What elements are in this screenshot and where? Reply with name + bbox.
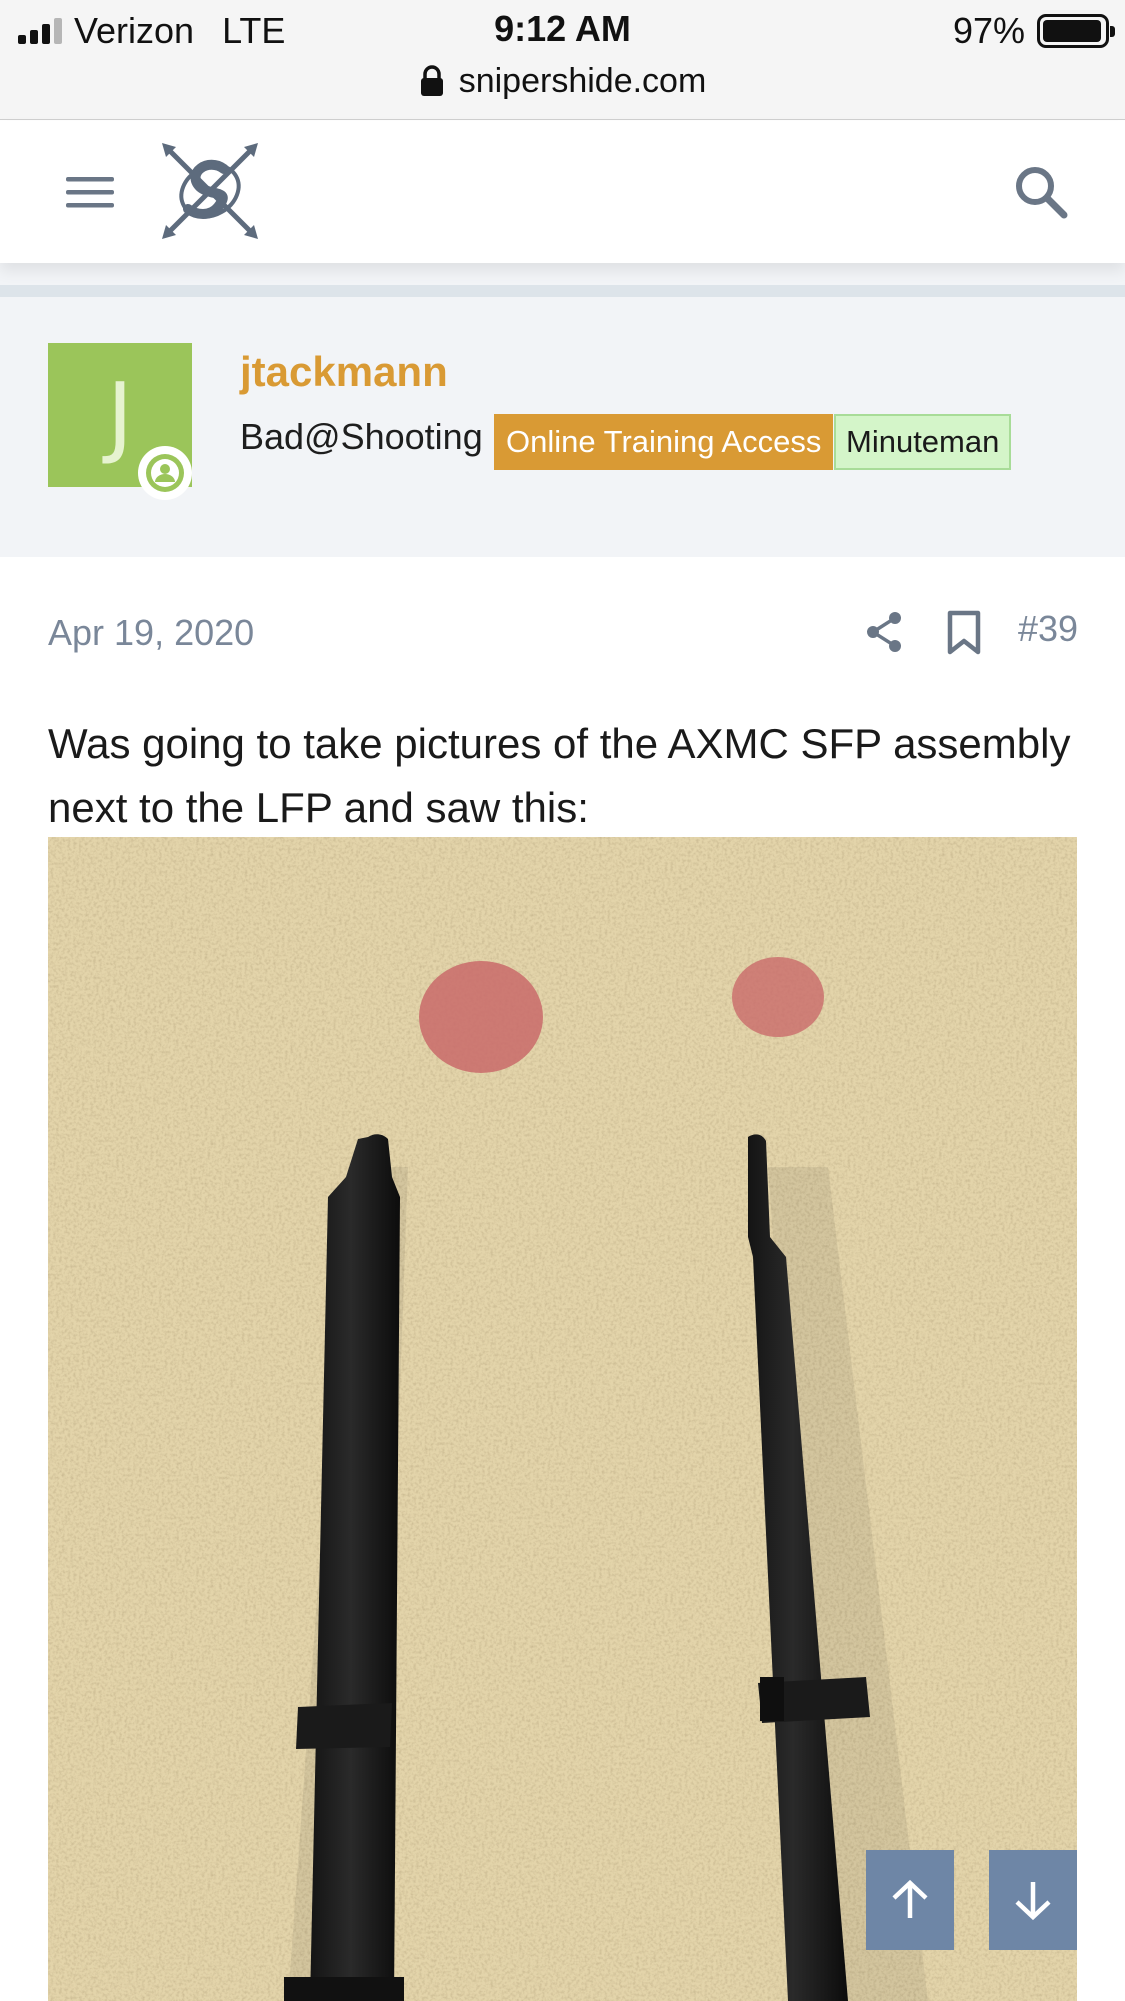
post-body-text: Was going to take pictures of the AXMC S…	[48, 720, 1071, 831]
address-bar[interactable]: snipershide.com	[0, 58, 1125, 104]
online-status-icon	[138, 446, 192, 500]
battery-icon	[1037, 14, 1115, 48]
user-badge: Minuteman	[834, 414, 1012, 470]
user-title: Bad@Shooting	[240, 416, 483, 457]
username-link[interactable]: jtackmann	[240, 348, 448, 396]
status-left: Verizon LTE	[18, 8, 285, 54]
share-icon[interactable]	[864, 610, 904, 654]
bookmark-icon[interactable]	[944, 610, 984, 656]
scroll-to-top-button[interactable]	[866, 1850, 954, 1950]
post-number-link[interactable]: #39	[1018, 608, 1078, 650]
divider	[0, 285, 1125, 297]
snipers-hide-logo-icon[interactable]	[158, 139, 262, 243]
carrier-name: Verizon	[74, 10, 195, 51]
status-right: 97%	[952, 8, 1115, 54]
hamburger-menu-icon[interactable]	[60, 165, 120, 219]
scroll-to-bottom-button[interactable]	[989, 1850, 1077, 1950]
arrow-down-icon	[1015, 1882, 1051, 1921]
avatar-letter: J	[107, 363, 133, 467]
status-bar: Verizon LTE 9:12 AM 97% snipershide.com	[0, 0, 1125, 120]
network-type: LTE	[222, 10, 286, 51]
user-badge: Online Training Access	[494, 414, 834, 470]
post-attachment-image[interactable]	[48, 837, 1077, 2001]
site-header	[0, 121, 1125, 263]
lock-icon	[420, 65, 443, 96]
arrow-up-icon	[892, 1879, 928, 1918]
post-date[interactable]: Apr 19, 2020	[48, 612, 254, 654]
search-icon[interactable]	[1010, 161, 1072, 223]
url-text: snipershide.com	[458, 61, 707, 100]
battery-percent: 97%	[952, 10, 1025, 51]
signal-strength-icon	[18, 18, 62, 44]
